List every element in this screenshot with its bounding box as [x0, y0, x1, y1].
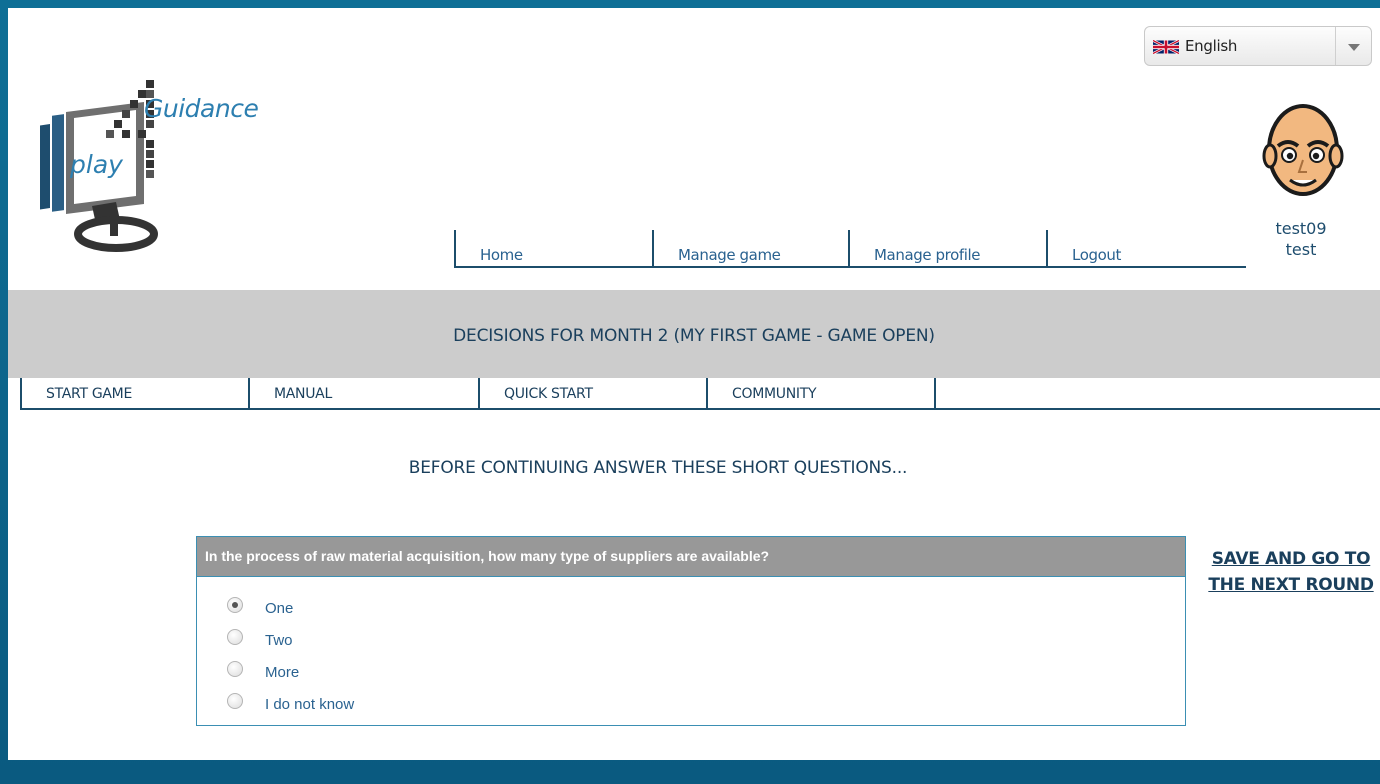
- avatar-face-icon[interactable]: [1262, 100, 1344, 206]
- question-text: In the process of raw material acquisiti…: [205, 548, 770, 564]
- user-info: test09 test: [1240, 218, 1362, 260]
- nav-item-label: Logout: [1072, 246, 1121, 264]
- page-banner: DECISIONS FOR MONTH 2 (MY FIRST GAME - G…: [8, 290, 1380, 378]
- radio-button[interactable]: [227, 693, 243, 709]
- nav-item-label: Home: [480, 246, 523, 264]
- sub-nav: START GAME MANUAL QUICK START COMMUNITY: [20, 378, 1380, 410]
- nav-item-manage-game[interactable]: Manage game: [652, 230, 850, 266]
- option-label: One: [265, 600, 294, 617]
- top-nav: Home Manage game Manage profile Logout: [454, 230, 1246, 268]
- tab-quick-start[interactable]: QUICK START: [478, 378, 706, 408]
- tab-start-game[interactable]: START GAME: [20, 378, 248, 408]
- tab-label: COMMUNITY: [732, 386, 817, 402]
- chevron-down-icon[interactable]: [1348, 44, 1360, 51]
- tab-label: START GAME: [46, 386, 132, 402]
- option-label: I do not know: [265, 696, 355, 713]
- nav-item-logout[interactable]: Logout: [1046, 230, 1244, 266]
- question-header: In the process of raw material acquisiti…: [197, 537, 1185, 577]
- nav-item-label: Manage profile: [874, 246, 981, 264]
- radio-button[interactable]: [227, 597, 243, 613]
- tab-manual[interactable]: MANUAL: [248, 378, 478, 408]
- user-display-name: test: [1285, 240, 1317, 259]
- uk-flag-icon: [1153, 40, 1179, 54]
- radio-button[interactable]: [227, 661, 243, 677]
- save-and-next-round-link[interactable]: SAVE AND GO TO THE NEXT ROUND: [1206, 546, 1376, 598]
- select-divider: [1335, 27, 1336, 65]
- sub-nav-underline: [20, 408, 1380, 410]
- tab-label: QUICK START: [504, 386, 593, 402]
- option-label: More: [265, 664, 300, 681]
- logo-text-play: play: [70, 150, 123, 179]
- tab-community[interactable]: COMMUNITY: [706, 378, 936, 408]
- page-content: English Guidance play test09 test Home M…: [8, 8, 1380, 760]
- nav-underline: [454, 266, 1246, 268]
- radio-button[interactable]: [227, 629, 243, 645]
- username: test09: [1275, 219, 1327, 238]
- question-box: In the process of raw material acquisiti…: [196, 536, 1186, 726]
- logo-text-guidance: Guidance: [144, 94, 259, 123]
- language-select[interactable]: English: [1144, 26, 1372, 66]
- page-title: DECISIONS FOR MONTH 2 (MY FIRST GAME - G…: [453, 326, 935, 346]
- language-select-value: English: [1185, 37, 1238, 55]
- nav-item-manage-profile[interactable]: Manage profile: [848, 230, 1046, 266]
- tab-label: MANUAL: [274, 386, 332, 402]
- nav-item-home[interactable]: Home: [454, 230, 652, 266]
- option-label: Two: [265, 632, 293, 649]
- nav-item-label: Manage game: [678, 246, 781, 264]
- section-heading: BEFORE CONTINUING ANSWER THESE SHORT QUE…: [408, 458, 908, 478]
